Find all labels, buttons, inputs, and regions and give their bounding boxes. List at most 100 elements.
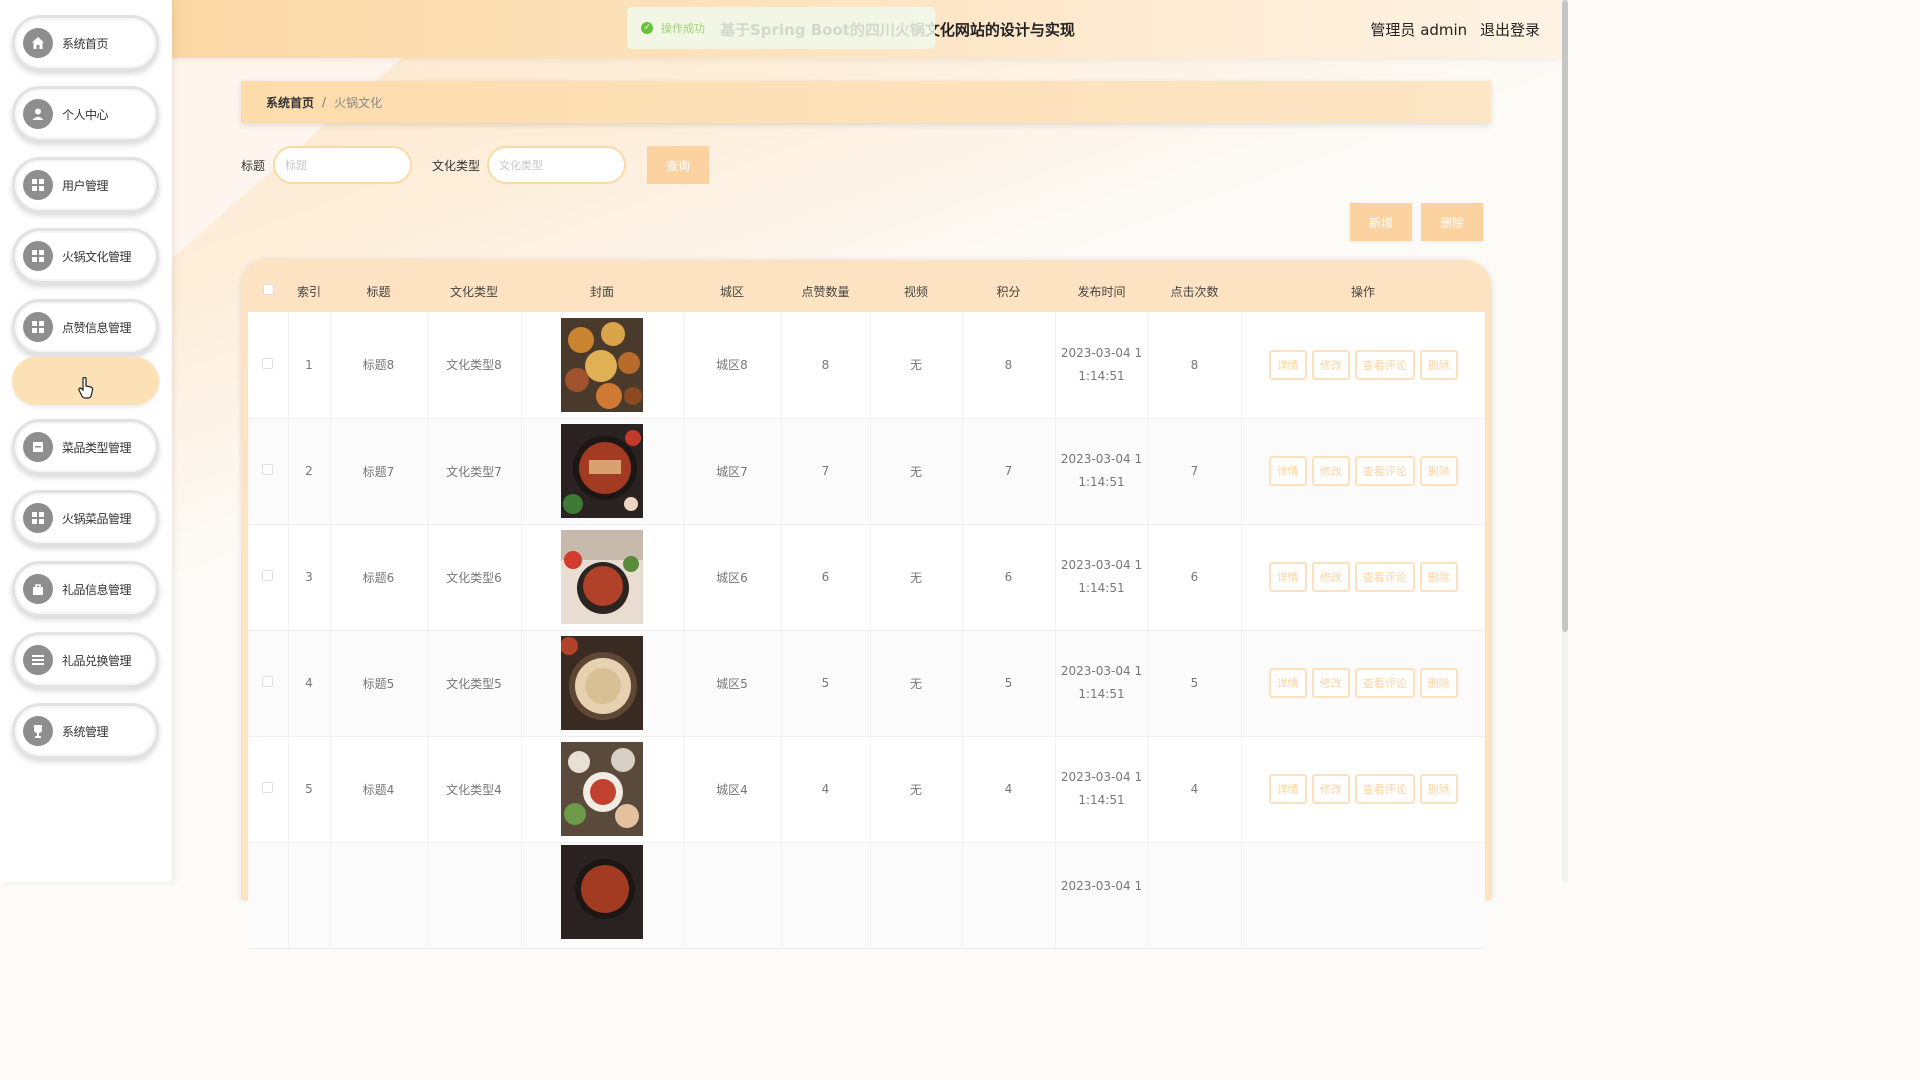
cell-cover xyxy=(521,524,684,631)
row-checkbox[interactable] xyxy=(248,736,289,843)
cell-clicks: 4 xyxy=(1148,736,1242,843)
cell-index: 4 xyxy=(288,630,331,737)
delete-button[interactable]: 删除 xyxy=(1419,774,1458,804)
cover-image[interactable] xyxy=(561,636,643,730)
cell-district xyxy=(683,842,782,949)
top-header: 基于Spring Boot的四川火锅文化网站的设计与实现 ✓ 操作成功 管理员 … xyxy=(172,0,1562,58)
row-checkbox[interactable] xyxy=(248,842,289,949)
detail-button[interactable]: 详情 xyxy=(1268,668,1307,698)
sidebar-item-likes[interactable]: 点赞信息管理 xyxy=(12,299,159,355)
query-button[interactable]: 查询 xyxy=(647,146,709,184)
cell-type: 文化类型4 xyxy=(427,736,522,843)
add-button[interactable]: 新增 xyxy=(1350,203,1412,241)
view-comments-button[interactable]: 查看评论 xyxy=(1354,774,1415,804)
publish-time-clock: 1:14:51 xyxy=(1078,687,1125,701)
breadcrumb-current: 火锅文化 xyxy=(334,95,383,110)
batch-delete-button[interactable]: 删除 xyxy=(1421,203,1483,241)
edit-button[interactable]: 修改 xyxy=(1311,349,1350,380)
cell-ops: 详情 修改 查看评论 删除 xyxy=(1241,630,1485,737)
sidebar-item-hotpot-culture[interactable]: 火锅文化管理 xyxy=(12,228,159,284)
breadcrumb: 系统首页 / 火锅文化 xyxy=(241,81,1491,123)
sidebar-item-users[interactable]: 用户管理 xyxy=(12,157,159,213)
publish-time-date: 2023-03-04 1 xyxy=(1060,558,1143,572)
cell-likes: 4 xyxy=(781,736,871,843)
cell-title: 标题4 xyxy=(330,736,428,843)
publish-time-clock: 1:14:51 xyxy=(1078,581,1125,595)
cell-index: 2 xyxy=(288,418,331,525)
cell-likes: 6 xyxy=(781,524,871,631)
sidebar-item-profile[interactable]: 个人中心 xyxy=(12,86,159,142)
cell-title xyxy=(330,842,428,949)
cell-clicks xyxy=(1148,842,1242,949)
page-scrollbar[interactable] xyxy=(1562,0,1568,882)
cover-image[interactable] xyxy=(561,317,643,412)
cell-district: 城区7 xyxy=(683,418,782,525)
sidebar-item-dishes[interactable]: 火锅菜品管理 xyxy=(12,490,159,546)
table-row: 4 标题5 文化类型5 城区5 5 无 5 2023-03-04 1 1:14:5… xyxy=(248,630,1485,737)
view-comments-button[interactable]: 查看评论 xyxy=(1354,349,1415,380)
sidebar-item-dish-types[interactable]: 菜品类型管理 xyxy=(12,419,159,475)
view-comments-button[interactable]: 查看评论 xyxy=(1354,668,1415,698)
row-checkbox[interactable] xyxy=(248,312,289,419)
grid-icon xyxy=(23,312,53,342)
logout-link[interactable]: 退出登录 xyxy=(1480,21,1540,39)
cell-title: 标题8 xyxy=(330,312,428,419)
sidebar-item-gifts[interactable]: 礼品信息管理 xyxy=(12,561,159,617)
check-circle-icon: ✓ xyxy=(641,22,653,34)
cover-image[interactable] xyxy=(561,530,643,624)
cover-image[interactable] xyxy=(561,424,643,518)
detail-button[interactable]: 详情 xyxy=(1268,774,1307,804)
select-all-checkbox[interactable] xyxy=(248,270,288,312)
cell-type xyxy=(427,842,522,949)
edit-button[interactable]: 修改 xyxy=(1311,774,1350,804)
cell-title: 标题6 xyxy=(330,524,428,631)
cover-image[interactable] xyxy=(561,844,643,939)
sidebar-item-label: 用户管理 xyxy=(62,178,109,193)
detail-button[interactable]: 详情 xyxy=(1268,562,1307,592)
detail-button[interactable]: 详情 xyxy=(1268,456,1307,486)
cell-index: 3 xyxy=(288,524,331,631)
row-checkbox[interactable] xyxy=(248,418,289,525)
row-checkbox[interactable] xyxy=(248,630,289,737)
cover-image[interactable] xyxy=(561,742,643,836)
edit-button[interactable]: 修改 xyxy=(1311,668,1350,698)
sidebar-item-label: 点赞信息管理 xyxy=(62,320,132,335)
title-search-input[interactable] xyxy=(273,146,412,184)
cell-index xyxy=(288,842,331,949)
edit-button[interactable]: 修改 xyxy=(1311,562,1350,592)
sidebar-item-system[interactable]: 系统管理 xyxy=(12,703,159,759)
title-search-label: 标题 xyxy=(241,159,266,173)
delete-button[interactable]: 删除 xyxy=(1419,456,1458,486)
detail-button[interactable]: 详情 xyxy=(1268,349,1307,380)
view-comments-button[interactable]: 查看评论 xyxy=(1354,456,1415,486)
table-header-row: 索引 标题 文化类型 封面 城区 点赞数量 视频 积分 发布时间 点击次数 操作 xyxy=(248,270,1485,312)
sidebar-item-home[interactable]: 系统首页 xyxy=(12,15,159,71)
cell-points xyxy=(962,842,1056,949)
cell-cover xyxy=(521,736,684,843)
cell-district: 城区5 xyxy=(683,630,782,737)
column-header: 发布时间 xyxy=(1055,270,1148,312)
view-comments-button[interactable]: 查看评论 xyxy=(1354,562,1415,592)
delete-button[interactable]: 删除 xyxy=(1419,562,1458,592)
cell-title: 标题7 xyxy=(330,418,428,525)
cell-likes: 8 xyxy=(781,312,871,419)
cell-points: 5 xyxy=(962,630,1056,737)
cell-district: 城区4 xyxy=(683,736,782,843)
current-user: 管理员 admin xyxy=(1370,21,1468,39)
edit-button[interactable]: 修改 xyxy=(1311,456,1350,486)
publish-time-clock: 1:14:51 xyxy=(1078,368,1125,383)
breadcrumb-separator: / xyxy=(322,95,327,109)
column-header: 标题 xyxy=(330,270,427,312)
sidebar-item-gift-exchange[interactable]: 礼品兑换管理 xyxy=(12,632,159,688)
cell-clicks: 7 xyxy=(1148,418,1242,525)
delete-button[interactable]: 删除 xyxy=(1419,668,1458,698)
cell-type: 文化类型8 xyxy=(427,312,522,419)
cell-ops: 详情 修改 查看评论 删除 xyxy=(1241,418,1485,525)
type-search-input[interactable] xyxy=(487,146,626,184)
cell-likes: 7 xyxy=(781,418,871,525)
scrollbar-thumb[interactable] xyxy=(1562,0,1568,632)
row-checkbox[interactable] xyxy=(248,524,289,631)
breadcrumb-home[interactable]: 系统首页 xyxy=(266,94,314,111)
delete-button[interactable]: 删除 xyxy=(1419,349,1458,380)
sidebar-item-label: 个人中心 xyxy=(62,107,109,122)
